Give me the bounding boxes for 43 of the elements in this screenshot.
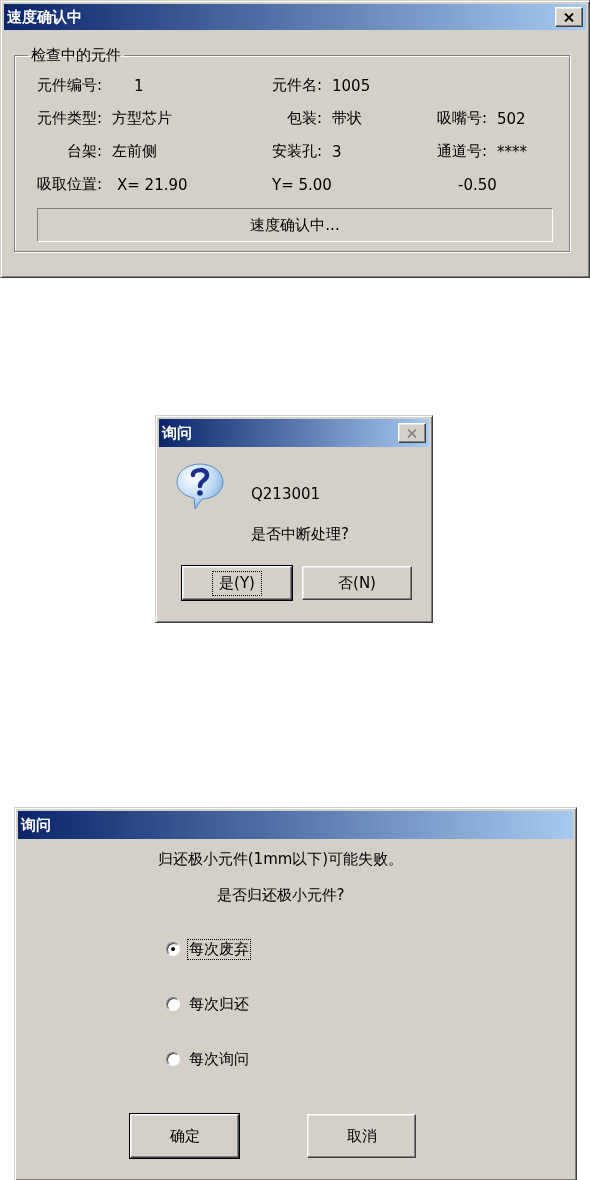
window-title: 速度确认中 (7, 7, 82, 27)
status-message: 速度确认中... (37, 208, 553, 242)
field-label: 台架: (65, 142, 102, 161)
radio-option[interactable]: 每次归还 (166, 995, 250, 1013)
field-label: 元件类型: (35, 109, 102, 128)
field-value: 方型芯片 (111, 109, 173, 128)
message-text: 是否中断处理? (251, 525, 349, 544)
message-code: Q213001 (251, 485, 322, 503)
field-value: X= 21.90 (116, 175, 189, 194)
radio-option[interactable]: 每次询问 (166, 1050, 250, 1068)
field-value: 502 (496, 109, 527, 128)
close-button[interactable] (555, 7, 583, 27)
window-title: 询问 (162, 423, 192, 443)
field-label: 吸嘴号: (435, 109, 487, 128)
field-label: 通道号: (435, 142, 487, 161)
field-value: 1 (133, 76, 145, 95)
yes-button[interactable]: 是(Y) (182, 566, 292, 600)
field-value: 左前侧 (111, 142, 158, 161)
close-icon (564, 12, 574, 22)
ok-button[interactable]: 确定 (130, 1114, 239, 1158)
radio-button[interactable] (166, 997, 180, 1011)
field-value: -0.50 (457, 175, 498, 194)
field-label: 元件编号: (35, 76, 102, 95)
field-value: 3 (331, 142, 343, 161)
field-value: **** (496, 142, 528, 161)
field-value: 带状 (331, 109, 363, 128)
message-text: 是否归还极小元件? (216, 886, 345, 905)
field-value: Y= 5.00 (271, 175, 333, 194)
field-value: 1005 (331, 76, 372, 95)
field-label: 元件名: (270, 76, 322, 95)
radio-button[interactable] (166, 942, 180, 956)
window-title: 询问 (21, 815, 51, 835)
radio-option[interactable]: 每次废弃 (166, 940, 250, 958)
message-text: 归还极小元件(1mm以下)可能失败。 (157, 850, 404, 869)
field-label: 安装孔: (270, 142, 322, 161)
radio-button[interactable] (166, 1052, 180, 1066)
cancel-button[interactable]: 取消 (307, 1114, 416, 1158)
field-label: 包装: (285, 109, 322, 128)
field-label: 吸取位置: (35, 175, 102, 194)
group-title: 检查中的元件 (30, 46, 122, 65)
close-icon (407, 428, 417, 438)
question-icon (175, 462, 225, 510)
no-button[interactable]: 否(N) (302, 566, 412, 600)
